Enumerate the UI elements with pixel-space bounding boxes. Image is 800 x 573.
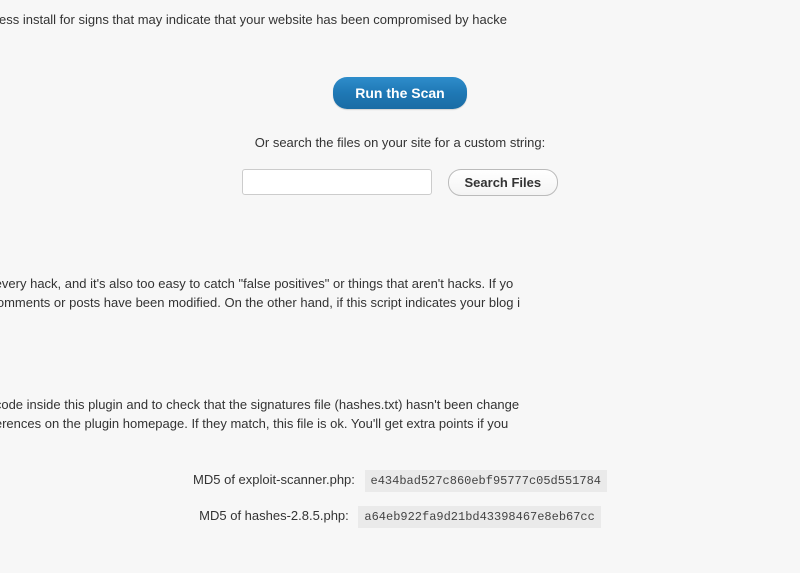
search-input[interactable]	[242, 169, 432, 195]
hash-value: e434bad527c860ebf95777c05d551784	[365, 470, 607, 492]
paragraph-verify: icious code inside this plugin and to ch…	[0, 395, 800, 434]
para1-line2: files, comments or posts have been modif…	[0, 295, 520, 310]
intro-text: ur WordPress install for signs that may …	[0, 10, 800, 49]
intro-line1: ur WordPress install for signs that may …	[0, 12, 507, 27]
paragraph-disclaimer: catch every hack, and it's also too easy…	[0, 274, 800, 313]
para1-line1: catch every hack, and it's also too easy…	[0, 276, 513, 291]
hash-row-hashes-file: MD5 of hashes-2.8.5.php: a64eb922fa9d21b…	[0, 506, 800, 528]
hash-label: MD5 of hashes-2.8.5.php:	[199, 506, 349, 526]
para2-line1: icious code inside this plugin and to ch…	[0, 397, 519, 412]
search-row: Search Files	[0, 169, 800, 196]
hash-row-exploit-scanner: MD5 of exploit-scanner.php: e434bad527c8…	[0, 470, 800, 492]
para2-line2: the references on the plugin homepage. I…	[0, 416, 508, 431]
search-files-button[interactable]: Search Files	[448, 169, 559, 196]
hash-label: MD5 of exploit-scanner.php:	[193, 470, 355, 490]
hashes-block: MD5 of exploit-scanner.php: e434bad527c8…	[0, 470, 800, 528]
hash-value: a64eb922fa9d21bd43398467e8eb67cc	[358, 506, 600, 528]
run-scan-button[interactable]: Run the Scan	[333, 77, 466, 109]
or-search-label: Or search the files on your site for a c…	[0, 133, 800, 153]
